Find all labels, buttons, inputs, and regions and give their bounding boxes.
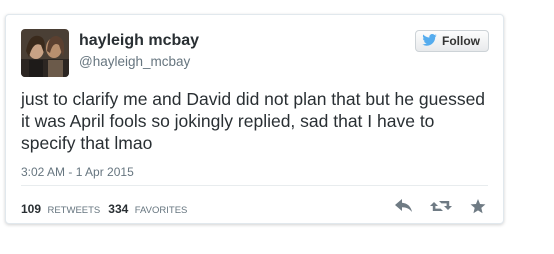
twitter-bird-icon [422,33,437,49]
favorites-stat[interactable]: 334 FAVORITES [108,200,187,218]
favorites-count: 334 [108,202,129,216]
retweets-label: RETWEETS [47,205,101,216]
reply-icon[interactable] [393,196,415,216]
tweet-stats: 109 RETWEETS 334 FAVORITES [21,200,187,218]
tweet-actions [393,196,489,216]
divider [21,185,488,186]
retweet-icon[interactable] [430,196,452,216]
avatar[interactable] [21,29,69,77]
tweet-text: just to clarify me and David did not pla… [21,89,486,153]
display-name[interactable]: hayleigh mcbay [79,32,199,50]
favorites-label: FAVORITES [134,205,188,216]
tweet-timestamp[interactable]: 3:02 AM - 1 Apr 2015 [21,165,134,179]
follow-label: Follow [442,34,480,48]
follow-button[interactable]: Follow [415,30,489,52]
screen-name[interactable]: @hayleigh_mcbay [79,54,190,69]
tweet-card: hayleigh mcbay @hayleigh_mcbay Follow ju… [5,14,504,224]
retweets-stat[interactable]: 109 RETWEETS [21,200,100,218]
star-icon[interactable] [467,196,489,216]
retweets-count: 109 [21,202,42,216]
